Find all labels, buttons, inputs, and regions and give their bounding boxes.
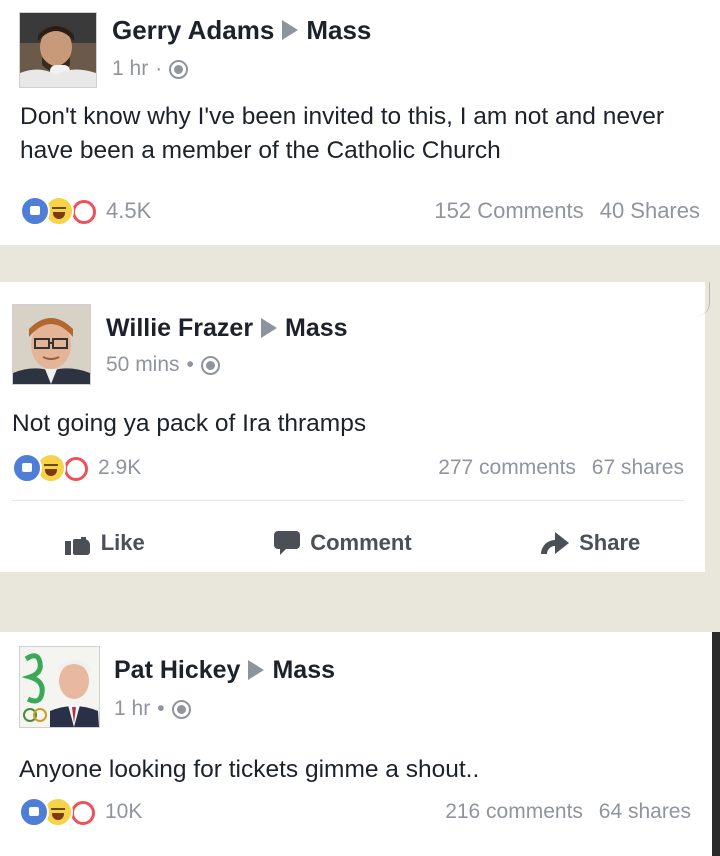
card-edge-decoration [697,282,710,316]
post-message: Anyone looking for tickets gimme a shout… [19,756,480,783]
comment-count[interactable]: 277 comments [438,456,576,479]
separator: • [157,697,165,720]
screen-edge [712,632,720,856]
like-button[interactable]: Like [64,530,145,556]
timestamp[interactable]: 1 hr [112,57,148,81]
comment-count[interactable]: 216 comments [445,800,583,823]
comment-icon [274,531,301,555]
post-header: Gerry Adams Mass [112,14,371,46]
arrow-icon [282,20,299,40]
post-meta: 1 hr • [114,696,191,722]
avatar[interactable] [12,304,91,385]
reaction-count: 10K [105,800,143,823]
share-button[interactable]: Share [541,530,640,556]
divider [12,500,684,501]
arrow-icon [261,318,278,338]
post-message: Don't know why I've been invited to this… [20,103,664,164]
avatar[interactable] [19,12,97,88]
engagement-counts: 277 comments 67 shares [438,456,684,480]
engagement-counts: 216 comments 64 shares [445,800,691,824]
engagement-counts: 152 Comments 40 Shares [434,198,700,224]
post-actions: Like Comment Share [0,526,705,560]
timestamp[interactable]: 1 hr [114,697,150,721]
post-stats: 2.9K 277 comments 67 shares [12,452,684,484]
author-name[interactable]: Gerry Adams [112,15,274,46]
share-icon [541,532,570,554]
avatar[interactable] [19,646,100,728]
thumb-up-icon [64,531,91,555]
reaction-count: 4.5K [106,198,152,223]
post-message: Not going ya pack of Ira thramps [12,410,367,437]
comment-button[interactable]: Comment [274,530,412,556]
author-name[interactable]: Willie Frazer [106,314,253,343]
post-stats: 4.5K 152 Comments 40 Shares [20,195,700,227]
group-name[interactable]: Mass [272,656,335,685]
share-label: Share [579,530,641,555]
comment-count[interactable]: 152 Comments [434,198,583,223]
post-stats: 10K 216 comments 64 shares [19,796,691,828]
globe-icon [169,59,189,79]
reaction-count: 2.9K [98,456,142,479]
post-meta: 1 hr · [112,56,189,82]
globe-icon [171,699,191,719]
reaction-summary[interactable]: 10K [19,797,142,827]
share-count[interactable]: 67 shares [592,456,684,479]
separator: · [155,57,163,80]
group-name[interactable]: Mass [306,15,371,46]
post-pat-hickey: Pat Hickey Mass 1 hr • Anyone looking fo… [0,632,712,856]
group-name[interactable]: Mass [285,314,348,343]
post-header: Pat Hickey Mass [114,654,335,686]
like-react-icon [12,453,42,483]
share-count[interactable]: 64 shares [599,800,691,823]
separator: • [186,353,194,376]
like-react-icon [19,797,49,827]
post-header: Willie Frazer Mass [106,312,348,344]
author-name[interactable]: Pat Hickey [114,656,240,685]
post-meta: 50 mins • [106,352,220,378]
reaction-summary[interactable]: 4.5K [20,196,151,226]
share-count[interactable]: 40 Shares [600,198,700,223]
like-label: Like [100,530,145,555]
post-gerry-adams: Gerry Adams Mass 1 hr · Don't know why I… [0,0,720,245]
post-willie-frazer: Willie Frazer Mass 50 mins • Not going y… [0,282,705,572]
arrow-icon [248,660,265,680]
reaction-summary[interactable]: 2.9K [12,453,141,483]
comment-label: Comment [310,530,412,555]
like-react-icon [20,196,50,226]
timestamp[interactable]: 50 mins [106,353,180,377]
globe-icon [200,355,220,375]
